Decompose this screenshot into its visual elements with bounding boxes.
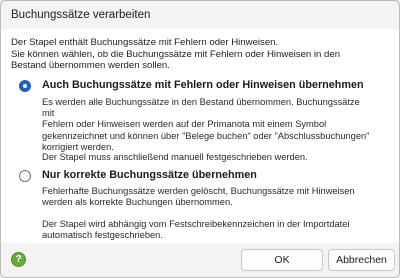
cancel-button[interactable]: Abbrechen bbox=[328, 249, 395, 271]
note-line: automatisch festgeschrieben. bbox=[42, 230, 163, 241]
option-include-errors-note: Der Stapel muss anschließend manuell fes… bbox=[42, 152, 308, 162]
description-line: gekennzeichnet und können über "Belege b… bbox=[42, 130, 370, 141]
intro-text: Der Stapel enthält Buchungssätze mit Feh… bbox=[11, 37, 391, 72]
dialog-window: Buchungssätze verarbeiten Der Stapel ent… bbox=[0, 0, 400, 278]
description-line: Fehlerhafte Buchungssätze werden gelösch… bbox=[42, 186, 355, 196]
radio-only-correct[interactable] bbox=[19, 170, 31, 182]
option-include-errors-label[interactable]: Auch Buchungssätze mit Fehlern oder Hinw… bbox=[42, 79, 364, 91]
description-line: Fehlern oder Hinweisen werden auf der Pr… bbox=[42, 119, 327, 130]
option-include-errors-description: Es werden alle Buchungssätze in den Best… bbox=[42, 97, 372, 153]
intro-line: Bestand übernommen werden sollen. bbox=[11, 60, 170, 71]
option-only-correct-label[interactable]: Nur korrekte Buchungssätze übernehmen bbox=[42, 169, 257, 181]
dialog-title: Buchungssätze verarbeiten bbox=[11, 9, 151, 21]
intro-line: Sie können wählen, ob die Buchungssätze … bbox=[11, 48, 341, 60]
title-bar: Buchungssätze verarbeiten bbox=[1, 1, 399, 29]
option-only-correct-note: Der Stapel wird abhängig vom Festschreib… bbox=[42, 219, 372, 241]
description-line: werden als korrekte Buchungen übernommen… bbox=[42, 197, 233, 208]
ok-button[interactable]: OK bbox=[241, 249, 323, 271]
dialog-footer: ? OK Abbrechen bbox=[1, 243, 399, 277]
radio-include-errors[interactable] bbox=[19, 80, 31, 92]
intro-line: Der Stapel enthält Buchungssätze mit Feh… bbox=[11, 37, 279, 48]
description-line: Es werden alle Buchungssätze in den Best… bbox=[42, 97, 360, 119]
option-only-correct-description: Fehlerhafte Buchungssätze werden gelösch… bbox=[42, 186, 372, 208]
help-icon[interactable]: ? bbox=[11, 252, 26, 267]
note-line: Der Stapel wird abhängig vom Festschreib… bbox=[42, 219, 350, 229]
